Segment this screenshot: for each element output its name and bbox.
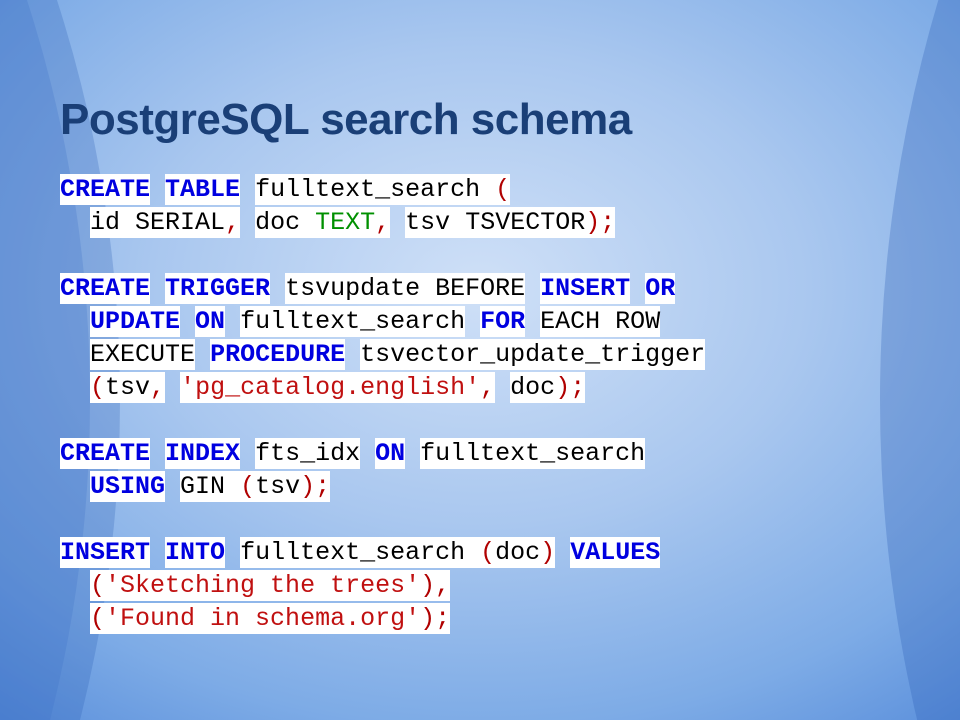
- insert-table: fulltext_search: [240, 538, 465, 567]
- index-col: tsv: [255, 472, 300, 501]
- kw-create: CREATE: [60, 274, 150, 303]
- kw-table: TABLE: [165, 175, 240, 204]
- slide-content: PostgreSQL search schema CREATE TABLE fu…: [60, 95, 920, 635]
- kw-for: FOR: [480, 307, 525, 336]
- punct-comma: ,: [480, 373, 495, 402]
- trigger-name: tsvupdate: [285, 274, 420, 303]
- punct-close: );: [555, 373, 585, 402]
- insert-value-2: 'Found in schema.org': [105, 604, 420, 633]
- punct-close: );: [585, 208, 615, 237]
- slide-title: PostgreSQL search schema: [60, 95, 920, 145]
- table-name: fulltext_search: [255, 175, 480, 204]
- col-doc: doc: [255, 208, 300, 237]
- kw-create: CREATE: [60, 439, 150, 468]
- punct-open: (: [90, 604, 105, 633]
- proc-name: tsvector_update_trigger: [360, 340, 705, 369]
- kw-insert: INSERT: [60, 538, 150, 567]
- type-serial: SERIAL: [135, 208, 225, 237]
- kw-procedure: PROCEDURE: [210, 340, 345, 369]
- col-tsv: tsv: [405, 208, 450, 237]
- punct-close: );: [420, 604, 450, 633]
- punct-close: ),: [420, 571, 450, 600]
- col-id: id: [90, 208, 120, 237]
- punct-comma: ,: [225, 208, 240, 237]
- index-method: GIN: [180, 472, 225, 501]
- kw-create: CREATE: [60, 175, 150, 204]
- trigger-table: fulltext_search: [240, 307, 465, 336]
- each-row: EACH ROW: [540, 307, 660, 336]
- punct-comma: ,: [375, 208, 390, 237]
- slide: PostgreSQL search schema CREATE TABLE fu…: [0, 0, 960, 720]
- punct-open: (: [90, 373, 105, 402]
- punct-close: );: [300, 472, 330, 501]
- index-table: fulltext_search: [420, 439, 645, 468]
- kw-insert: INSERT: [540, 274, 630, 303]
- punct-comma: ,: [150, 373, 165, 402]
- kw-before: BEFORE: [435, 274, 525, 303]
- punct-open: (: [495, 175, 510, 204]
- kw-execute: EXECUTE: [90, 340, 195, 369]
- arg-lang: 'pg_catalog.english': [180, 373, 480, 402]
- sql-code-block: CREATE TABLE fulltext_search ( id SERIAL…: [60, 173, 920, 635]
- kw-values: VALUES: [570, 538, 660, 567]
- kw-update: UPDATE: [90, 307, 180, 336]
- punct-open: (: [90, 571, 105, 600]
- kw-on: ON: [375, 439, 405, 468]
- arg-doc: doc: [510, 373, 555, 402]
- kw-into: INTO: [165, 538, 225, 567]
- punct-close: ): [540, 538, 555, 567]
- insert-col: doc: [495, 538, 540, 567]
- insert-value-1: 'Sketching the trees': [105, 571, 420, 600]
- kw-trigger: TRIGGER: [165, 274, 270, 303]
- index-name: fts_idx: [255, 439, 360, 468]
- punct-open: (: [240, 472, 255, 501]
- type-text: TEXT: [315, 208, 375, 237]
- kw-or: OR: [645, 274, 675, 303]
- kw-index: INDEX: [165, 439, 240, 468]
- kw-using: USING: [90, 472, 165, 501]
- type-tsvector: TSVECTOR: [465, 208, 585, 237]
- kw-on: ON: [195, 307, 225, 336]
- punct-open: (: [480, 538, 495, 567]
- arg-tsv: tsv: [105, 373, 150, 402]
